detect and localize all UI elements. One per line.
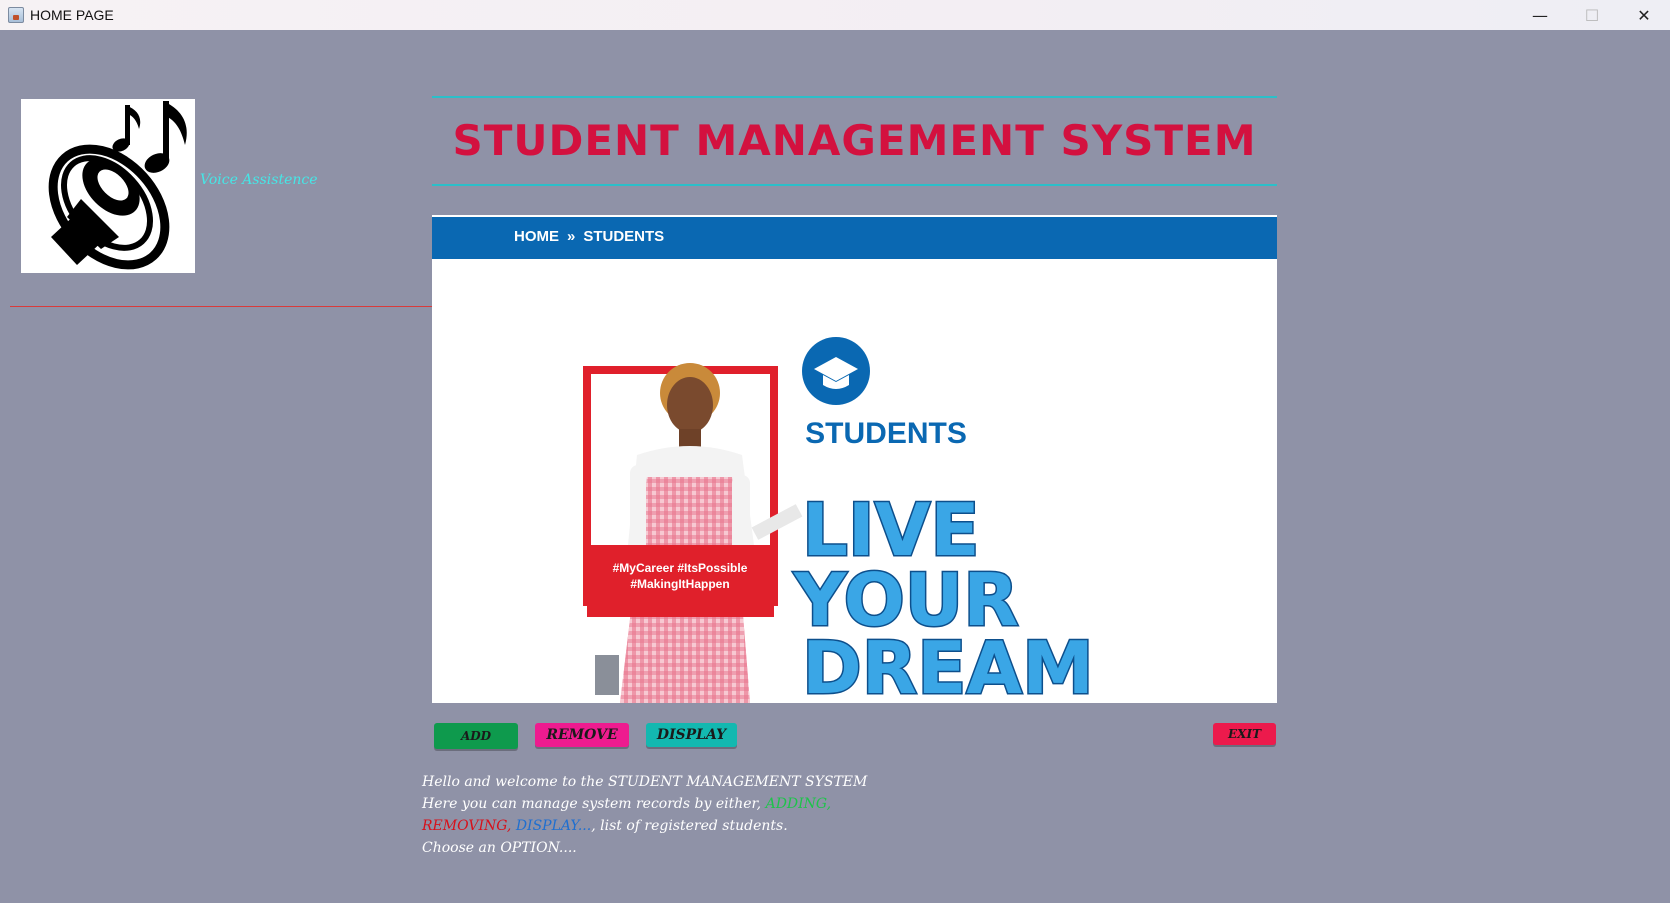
maximize-button[interactable]: ☐ <box>1566 0 1618 30</box>
welcome-line-4: Choose an OPTION.... <box>422 840 577 856</box>
voice-assistance-label[interactable]: Voice Assistence <box>200 172 318 188</box>
welcome-adding: ADDING, <box>765 796 832 812</box>
banner-artwork: #MyCareer #ItsPossible #MakingItHappen S… <box>583 337 1095 703</box>
welcome-removing: REMOVING, <box>422 818 512 834</box>
students-banner-image: HOME» STUDENTS #MyCareer #ItsPossible #M… <box>432 215 1277 703</box>
welcome-line-3-suffix: , list of registered students. <box>591 818 788 834</box>
title-top-rule <box>432 96 1277 98</box>
hashtag-line-2: #MakingItHappen <box>630 577 729 591</box>
students-badge-label: STUDENTS <box>805 417 967 450</box>
exit-button[interactable]: EXIT <box>1213 723 1276 745</box>
speaker-music-note-icon <box>48 101 187 270</box>
hashtag-line-1: #MyCareer #ItsPossible <box>613 561 748 575</box>
voice-assistant-logo-button[interactable] <box>21 99 195 273</box>
display-button[interactable]: DISPLAY <box>646 723 737 747</box>
add-button[interactable]: ADD <box>434 723 518 749</box>
window-title: HOME PAGE <box>30 7 114 23</box>
welcome-line-3: REMOVING, DISPLAY..., list of registered… <box>422 815 982 837</box>
welcome-line-1: Hello and welcome to the STUDENT MANAGEM… <box>422 774 868 790</box>
minimize-button[interactable]: — <box>1514 0 1566 30</box>
close-button[interactable]: ✕ <box>1618 0 1670 30</box>
java-app-icon <box>8 7 24 23</box>
welcome-message: Hello and welcome to the STUDENT MANAGEM… <box>422 771 982 859</box>
page-title: STUDENT MANAGEMENT SYSTEM <box>452 116 1257 165</box>
welcome-line-2-prefix: Here you can manage system records by ei… <box>422 796 762 812</box>
title-bottom-rule <box>432 184 1277 186</box>
remove-button[interactable]: REMOVE <box>535 723 629 747</box>
welcome-line-2: Here you can manage system records by ei… <box>422 793 982 815</box>
window-titlebar: HOME PAGE — ☐ ✕ <box>0 0 1670 30</box>
slogan-line-3: DREAM <box>802 626 1094 703</box>
welcome-display: DISPLAY... <box>515 818 592 834</box>
window-controls: — ☐ ✕ <box>1514 0 1670 30</box>
sidebar-divider <box>10 306 432 307</box>
